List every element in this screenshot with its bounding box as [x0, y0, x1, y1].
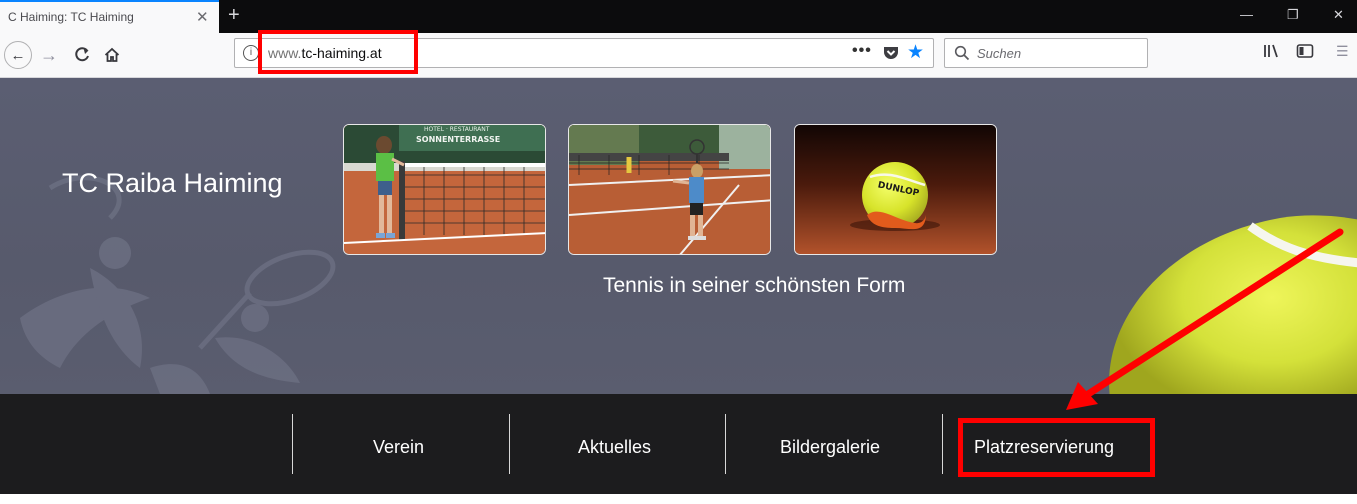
site-tagline: Tennis in seiner schönsten Form [603, 274, 906, 297]
menu-icon[interactable]: ☰ [1336, 43, 1349, 60]
url-highlight-box [258, 30, 418, 74]
home-icon[interactable] [100, 43, 124, 67]
nav-bildergalerie[interactable]: Bildergalerie [780, 437, 880, 458]
nav-divider [292, 414, 293, 474]
search-field[interactable]: Suchen [944, 38, 1148, 68]
tennis-ball-decoration-icon [1109, 215, 1357, 394]
library-icon[interactable] [1263, 43, 1281, 63]
nav-divider [725, 414, 726, 474]
bottom-strip [0, 494, 1357, 504]
tab-title: C Haiming: TC Haiming [8, 10, 134, 24]
page-actions-button[interactable]: ••• [852, 42, 872, 60]
site-title: TC Raiba Haiming [62, 168, 283, 198]
site-header: TC Raiba Haiming HOTEL · RESTAURANT SONN… [0, 78, 1357, 394]
nav-divider [942, 414, 943, 474]
search-placeholder: Suchen [977, 46, 1022, 61]
platzreservierung-highlight-box [958, 418, 1155, 477]
nav-aktuelles[interactable]: Aktuelles [578, 437, 651, 458]
info-icon[interactable]: i [243, 45, 259, 61]
new-tab-button[interactable]: + [228, 4, 240, 27]
star-icon[interactable]: ★ [907, 41, 924, 64]
sign-line-1: HOTEL · RESTAURANT [424, 126, 490, 133]
photo-tennis-ball[interactable]: DUNLOP [794, 124, 997, 255]
window-close-icon[interactable]: ✕ [1333, 7, 1344, 23]
reload-icon[interactable] [70, 43, 94, 67]
restore-icon[interactable]: ❐ [1287, 7, 1299, 23]
photo-boy-serving[interactable] [568, 124, 771, 255]
search-icon [954, 45, 970, 66]
sidebar-icon[interactable] [1296, 43, 1314, 63]
tab-bar: C Haiming: TC Haiming ✕ + — ❐ ✕ [0, 0, 1357, 33]
close-tab-icon[interactable]: ✕ [196, 8, 209, 26]
nav-toolbar: ← → i www.tc-haiming.at ••• ★ Suchen ☰ [0, 33, 1357, 78]
pocket-icon[interactable] [882, 45, 900, 66]
browser-tab[interactable]: C Haiming: TC Haiming ✕ [0, 0, 219, 33]
nav-divider [509, 414, 510, 474]
forward-icon[interactable]: → [37, 43, 61, 67]
sign-line-2: SONNENTERRASSE [416, 135, 500, 144]
back-icon[interactable]: ← [4, 41, 32, 69]
minimize-icon[interactable]: — [1240, 7, 1253, 22]
photo-girl-at-net[interactable]: HOTEL · RESTAURANT SONNENTERRASSE [343, 124, 546, 255]
nav-verein[interactable]: Verein [373, 437, 424, 458]
